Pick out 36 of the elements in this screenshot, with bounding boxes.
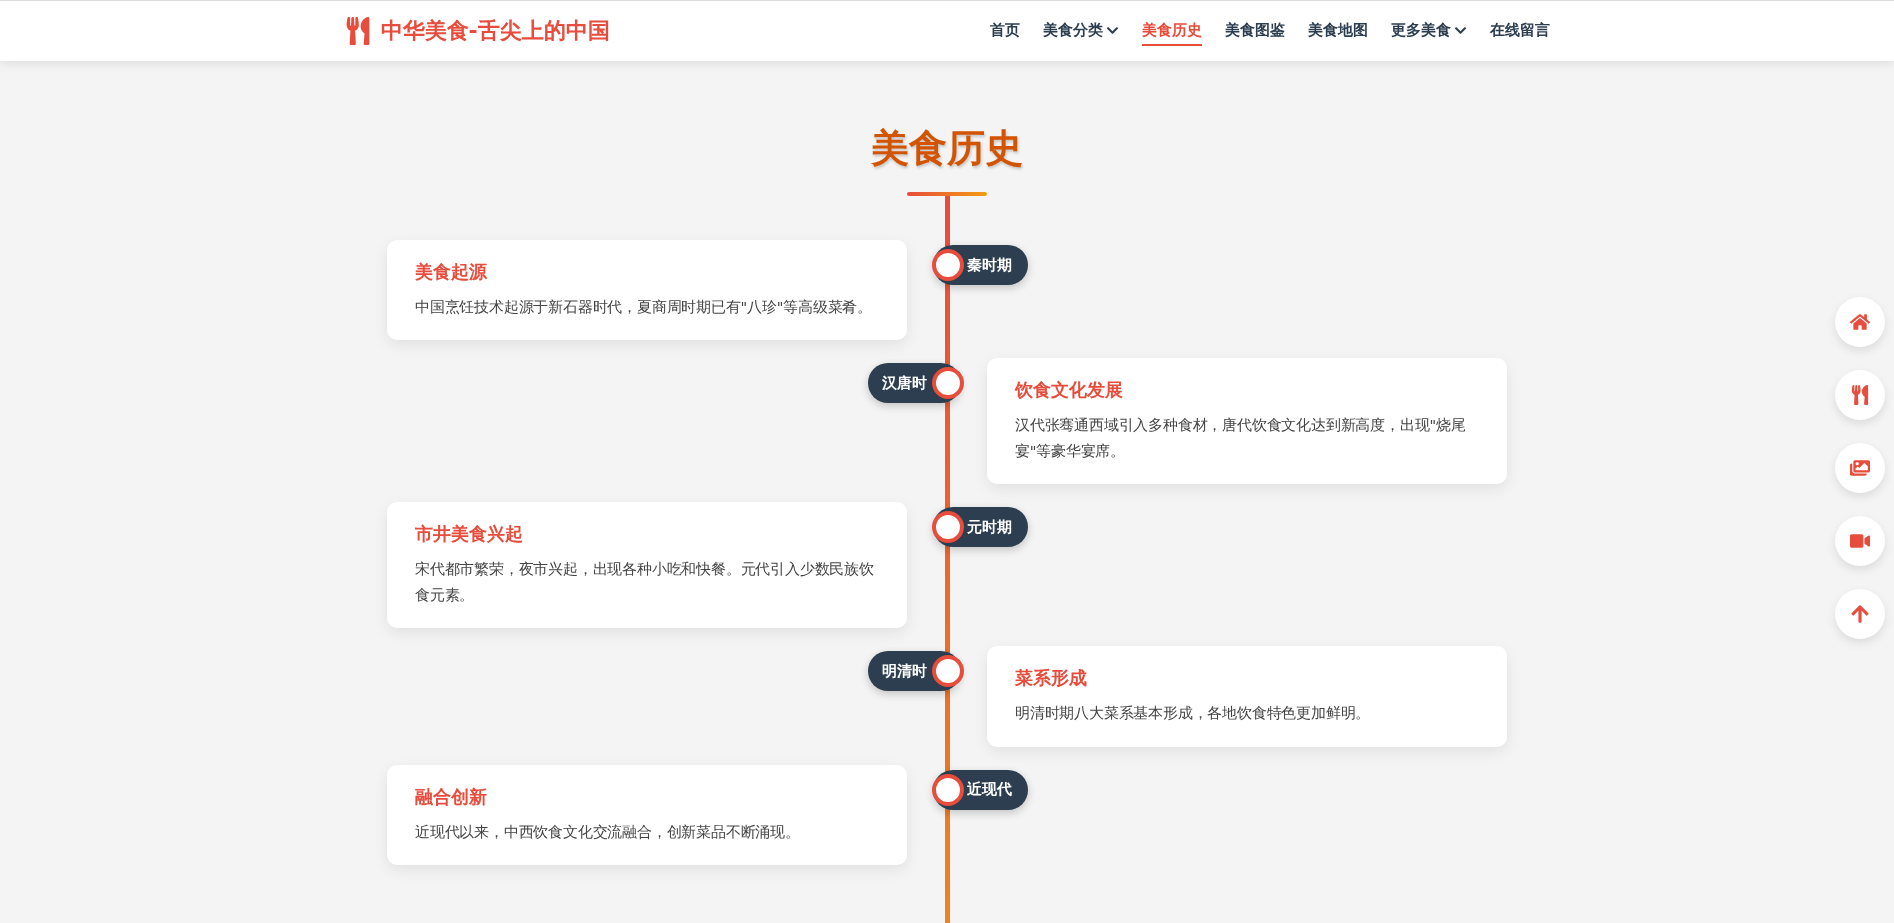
card-title: 融合创新 xyxy=(415,784,488,809)
card-title: 饮食文化发展 xyxy=(1015,378,1124,403)
site-logo[interactable]: 中华美食-舌尖上的中国 xyxy=(344,16,610,46)
arrow-up-icon xyxy=(1850,604,1870,624)
timeline-marker xyxy=(932,249,964,281)
card-title: 市井美食兴起 xyxy=(415,522,524,547)
nav-link[interactable]: 美食图鉴 xyxy=(1224,16,1285,46)
home-icon xyxy=(1850,312,1870,332)
section-title: 美食历史 xyxy=(871,125,1023,172)
nav-link[interactable]: 首页 xyxy=(989,16,1020,46)
nav-link[interactable]: 美食历史 xyxy=(1141,16,1202,46)
nav-link[interactable]: 更多美食 xyxy=(1390,16,1467,46)
timeline-marker xyxy=(932,773,964,806)
gallery-button[interactable] xyxy=(1835,443,1885,493)
card-text: 宋代都市繁荣，夜市兴起，出现各种小吃和快餐。元代引入少数民族饮食元素。 xyxy=(415,560,875,606)
menu-button[interactable] xyxy=(1835,370,1885,420)
nav-link[interactable]: 美食地图 xyxy=(1307,16,1368,46)
nav-link[interactable]: 美食分类 xyxy=(1042,16,1119,46)
timeline-marker xyxy=(932,655,964,688)
timeline-marker xyxy=(932,367,964,400)
video-camera-icon xyxy=(1850,531,1870,551)
card-text: 中国烹饪技术起源于新石器时代，夏商周时期已有"八珍"等高级菜肴。 xyxy=(415,298,873,317)
fork-knife-icon xyxy=(1850,385,1870,405)
card-title: 菜系形成 xyxy=(1015,666,1088,691)
images-icon xyxy=(1850,458,1870,478)
card-text: 明清时期八大菜系基本形成，各地饮食特色更加鲜明。 xyxy=(1015,704,1372,724)
logo-text: 中华美食-舌尖上的中国 xyxy=(380,17,610,45)
card-text: 近现代以来，中西饮食文化交流融合，创新菜品不断涌现。 xyxy=(415,822,801,842)
home-button[interactable] xyxy=(1835,297,1885,347)
fork-knife-icon xyxy=(344,17,371,45)
card-title: 美食起源 xyxy=(415,260,488,284)
back-to-top-button[interactable] xyxy=(1835,589,1885,639)
card-text: 汉代张骞通西域引入多种食材，唐代饮食文化达到新高度，出现"烧尾宴"等豪华宴席。 xyxy=(1015,416,1467,462)
video-button[interactable] xyxy=(1835,516,1885,566)
timeline-marker xyxy=(932,511,964,544)
nav-link[interactable]: 在线留言 xyxy=(1489,16,1550,46)
